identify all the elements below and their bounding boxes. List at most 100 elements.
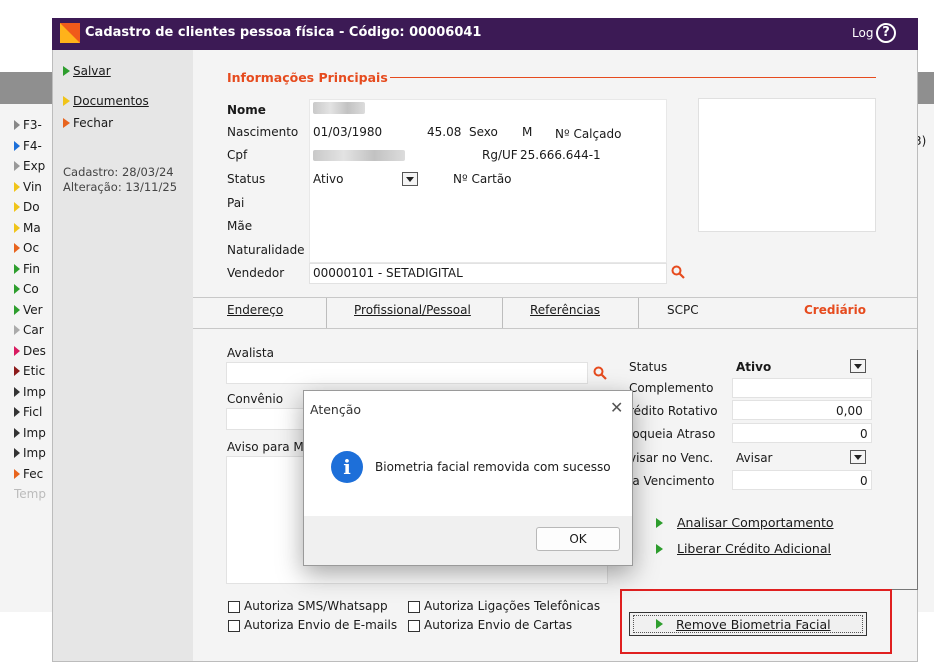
avisar-venc-label: visar no Venc. [629, 451, 714, 465]
mae-label: Mãe [227, 219, 253, 233]
tab-endereco[interactable]: Endereço [227, 303, 283, 317]
menu-item-documentos-label: Documentos [73, 94, 149, 108]
background-menu-item: Fec [14, 467, 54, 483]
background-menu-item: Imp [14, 426, 54, 442]
naturalidade-label: Naturalidade [227, 243, 305, 257]
tab-profissional[interactable]: Profissional/Pessoal [354, 303, 471, 317]
help-icon[interactable]: ? [876, 23, 896, 43]
background-menu-item-label: Car [23, 323, 44, 337]
avalista-label: Avalista [227, 346, 274, 360]
play-icon [14, 140, 20, 151]
checkbox-cartas[interactable] [408, 620, 420, 632]
rg-value[interactable]: 25.666.644-1 [520, 148, 601, 162]
checkbox-emails[interactable] [228, 620, 240, 632]
background-menu-item: F4- [14, 139, 54, 155]
close-icon[interactable]: ✕ [610, 398, 623, 417]
play-icon [14, 304, 20, 315]
tab-profissional-label: Profissional/Pessoal [354, 303, 471, 317]
checkbox-cartas-label: Autoriza Envio de Cartas [424, 618, 573, 632]
vendedor-label: Vendedor [227, 266, 285, 280]
play-icon [14, 345, 20, 356]
analisar-comportamento-link[interactable]: Analisar Comportamento [656, 515, 834, 530]
section-title: Informações Principais [227, 70, 388, 85]
background-menu-item: Car [14, 323, 54, 339]
bloqueia-atraso-field[interactable] [732, 423, 872, 443]
background-menu-item: Imp [14, 446, 54, 462]
background-menu-item: Do [14, 200, 54, 216]
play-icon [63, 66, 70, 76]
dialog-message: Biometria facial removida com sucesso [375, 460, 611, 474]
background-menu-item-label: Do [23, 200, 40, 214]
idade-value: 45.08 [427, 125, 462, 139]
nascimento-value[interactable]: 01/03/1980 [313, 125, 382, 139]
avisar-venc-value[interactable]: Avisar [736, 451, 772, 465]
info-icon: i [331, 451, 363, 483]
credito-rotativo-label: rédito Rotativo [629, 404, 718, 418]
tab-endereco-label: Endereço [227, 303, 284, 317]
menu-item-fechar-label: Fechar [73, 116, 114, 130]
credito-status-dropdown-icon[interactable] [850, 359, 866, 373]
nome-value-redacted [313, 102, 365, 114]
background-menu-item-label: Fin [23, 261, 40, 276]
checkbox-sms[interactable] [228, 601, 240, 613]
complemento-field[interactable] [732, 378, 872, 398]
pai-label: Pai [227, 196, 245, 210]
log-link[interactable]: Log [852, 26, 873, 40]
liberar-credito-label: Liberar Crédito Adicional [677, 541, 831, 556]
background-menu-item-label: Ma [23, 220, 41, 235]
liberar-credito-link[interactable]: Liberar Crédito Adicional [656, 541, 831, 556]
background-menu-item: Exp [14, 159, 54, 175]
play-icon [14, 468, 20, 479]
vendedor-search-icon[interactable] [671, 265, 685, 279]
credito-status-value[interactable]: Ativo [736, 360, 771, 374]
tab-scpc[interactable]: SCPC [667, 303, 699, 317]
cadastro-date: Cadastro: 28/03/24 [63, 165, 174, 179]
background-menu-item-label: Imp [23, 446, 46, 460]
background-menu-item-label: Imp [23, 425, 46, 440]
background-menu-item-label: Des [23, 343, 46, 358]
cartao-label: Nº Cartão [453, 172, 512, 186]
tab-crediario[interactable]: Crediário [804, 303, 866, 317]
credito-status-label: Status [629, 360, 668, 374]
background-menu-item-label: Ficl [23, 405, 43, 419]
menu-item-fechar[interactable]: Fechar [63, 116, 113, 130]
photo-box[interactable] [698, 98, 876, 232]
tab-referencias[interactable]: Referências [530, 303, 600, 317]
background-menu-item-label: Ver [23, 302, 43, 317]
dia-vencimento-field[interactable] [732, 470, 872, 490]
checkbox-ligacoes[interactable] [408, 601, 420, 613]
checkbox-emails-label: Autoriza Envio de E-mails [244, 618, 398, 632]
background-menu-item: Ma [14, 221, 54, 237]
play-icon [14, 202, 20, 212]
background-menu-item-label: Exp [23, 159, 46, 173]
background-menu-item: Des [14, 344, 54, 360]
avalista-field[interactable] [226, 362, 588, 384]
vendedor-value[interactable]: 00000101 - SETADIGITAL [313, 266, 463, 280]
convenio-field[interactable] [226, 408, 306, 430]
convenio-label: Convênio [227, 392, 284, 406]
play-icon [63, 96, 70, 106]
nome-label: Nome [227, 103, 266, 117]
status-dropdown-icon[interactable] [402, 172, 418, 186]
menu-item-documentos[interactable]: Documentos [63, 94, 149, 108]
menu-item-salvar[interactable]: Salvar [63, 64, 111, 78]
tab-divider [638, 298, 639, 328]
play-icon [63, 118, 70, 128]
play-icon [14, 386, 20, 397]
highlight-box [620, 589, 892, 654]
tab-divider [502, 298, 503, 328]
alteracao-date: Alteração: 13/11/25 [63, 180, 178, 194]
play-icon [14, 366, 20, 376]
background-menu-item-label: Vin [23, 179, 42, 194]
play-icon [656, 544, 663, 554]
sexo-value[interactable]: M [522, 125, 532, 139]
avalista-search-icon[interactable] [593, 366, 607, 380]
play-icon [14, 181, 20, 192]
avisar-venc-dropdown-icon[interactable] [850, 450, 866, 464]
background-menu-item: Ficl [14, 405, 54, 421]
status-select[interactable]: Ativo [313, 172, 343, 186]
tab-referencias-label: Referências [530, 303, 600, 317]
ok-button[interactable]: OK [536, 527, 620, 551]
background-menu-item-label: F3- [23, 118, 42, 132]
background-menu-item-label: Etic [23, 364, 46, 378]
